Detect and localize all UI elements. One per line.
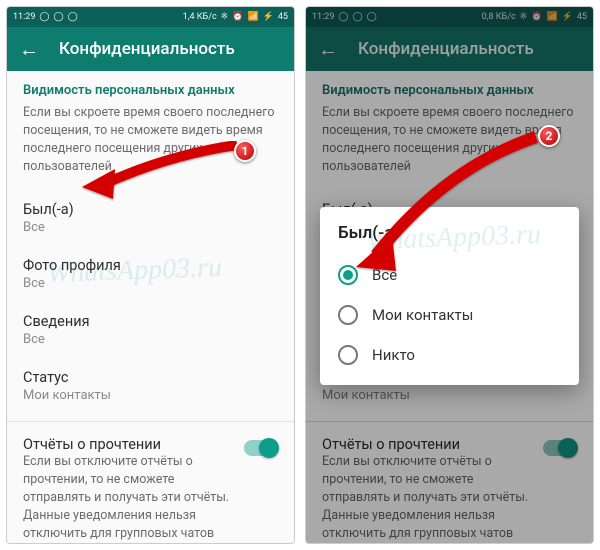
setting-title: Отчёты о прочтении (23, 436, 234, 453)
radio-icon (338, 345, 358, 365)
setting-about[interactable]: Сведения Все (23, 303, 278, 359)
radio-label: Никто (372, 346, 415, 364)
setting-last-seen[interactable]: Был(-а) Все (23, 191, 278, 247)
radio-option-nobody[interactable]: Никто (338, 335, 561, 375)
callout-marker-2: 2 (538, 125, 560, 147)
bluetooth-icon: ※ (221, 12, 229, 22)
setting-value: Мои контакты (23, 388, 278, 403)
notif-icon: ◯ (39, 12, 49, 22)
setting-photo[interactable]: Фото профиля Все (23, 247, 278, 303)
radio-icon (338, 305, 358, 325)
page-title: Конфиденциальность (59, 39, 235, 59)
radio-icon (338, 265, 358, 285)
radio-option-contacts[interactable]: Мои контакты (338, 295, 561, 335)
notif-icon: ◯ (54, 12, 64, 22)
toggle-switch[interactable] (244, 440, 278, 456)
app-header: ← Конфиденциальность (7, 27, 294, 71)
battery-icon: 45 (278, 12, 288, 22)
status-bar: 11:29 ◯ ◯ ◯ 1,4 КБ/с ※ ⏰ 📶 ⚡ 45 (7, 7, 294, 27)
dialog-title: Был(-а) (338, 223, 561, 243)
setting-value: Все (23, 220, 278, 235)
notif-icon: ◯ (68, 12, 78, 22)
screenshot-right: 11:29 ◯ ◯ ◯ 0,8 КБ/с ※ ⏰ 📶 ⚡ 45 ← Конфид… (305, 6, 594, 544)
wifi-icon: ⚡ (263, 12, 274, 22)
setting-title: Фото профиля (23, 257, 278, 274)
callout-marker-1: 1 (234, 140, 256, 162)
divider (7, 421, 294, 422)
setting-title: Статус (23, 369, 278, 386)
screenshot-left: 11:29 ◯ ◯ ◯ 1,4 КБ/с ※ ⏰ 📶 ⚡ 45 ← Конфид… (6, 6, 295, 544)
clock-time: 11:29 (13, 12, 35, 22)
back-icon[interactable]: ← (19, 39, 39, 59)
radio-label: Мои контакты (372, 306, 473, 324)
setting-title: Сведения (23, 313, 278, 330)
setting-title: Был(-а) (23, 201, 278, 218)
setting-description: Если вы отключите отчёты о прочтении, то… (23, 453, 234, 544)
last-seen-dialog: Был(-а) Все Мои контакты Никто (320, 207, 579, 385)
section-heading: Видимость персональных данных (23, 83, 278, 98)
setting-read-receipts[interactable]: Отчёты о прочтении Если вы отключите отч… (23, 428, 278, 545)
setting-status[interactable]: Статус Мои контакты (23, 359, 278, 415)
setting-value: Все (23, 332, 278, 347)
net-speed: 1,4 КБ/с (183, 12, 217, 22)
signal-icon: 📶 (247, 12, 258, 22)
alarm-icon: ⏰ (232, 12, 243, 22)
radio-option-everyone[interactable]: Все (338, 255, 561, 295)
radio-label: Все (372, 266, 397, 284)
setting-value: Все (23, 276, 278, 291)
